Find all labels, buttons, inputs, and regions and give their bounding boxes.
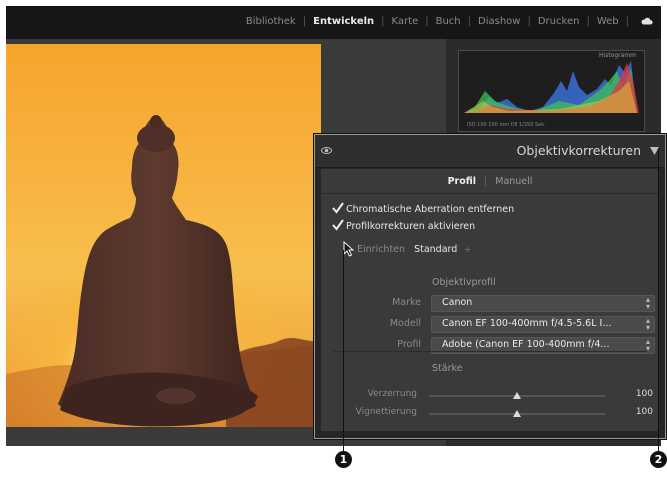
model-value: Canon EF 100-400mm f/4.5-5.6L I... [442, 318, 612, 329]
module-separator: | [527, 16, 531, 27]
histogram: Histogramm ISO 100 100 mm f/8 1/250 Sek. [458, 50, 645, 132]
profile-corrections-row[interactable]: Profilkorrekturen aktivieren [332, 219, 476, 232]
module-bar: Bibliothek | Entwickeln | Karte | Buch |… [6, 6, 661, 39]
panel-header[interactable]: Objektivkorrekturen [315, 135, 665, 168]
make-value: Canon [442, 297, 473, 308]
module-diashow[interactable]: Diashow [477, 16, 521, 27]
checkbox-label: Profilkorrekturen aktivieren [346, 221, 476, 232]
vignetting-slider-thumb[interactable] [513, 410, 521, 417]
select-arrows-icon: ▴ ▾ [645, 337, 650, 353]
setup-select[interactable]: Standard [414, 244, 457, 255]
model-label: Modell [389, 318, 421, 329]
module-separator: | [381, 16, 385, 27]
profile-value: Adobe (Canon EF 100-400mm f/4... [442, 339, 610, 350]
module-separator: | [425, 16, 429, 27]
checkbox-checked-icon[interactable] [332, 202, 344, 214]
model-select[interactable]: Canon EF 100-400mm f/4.5-5.6L I... ▴ ▾ [431, 316, 655, 333]
module-separator: | [586, 16, 590, 27]
module-picker: Bibliothek | Entwickeln | Karte | Buch |… [245, 16, 635, 27]
select-arrows-icon: ▴ ▾ [645, 316, 650, 332]
histogram-info: ISO 100 100 mm f/8 1/250 Sek. [467, 122, 546, 128]
distortion-value[interactable]: 100 [623, 389, 653, 399]
chromatic-aberration-row[interactable]: Chromatische Aberration entfernen [332, 202, 515, 215]
module-web[interactable]: Web [596, 16, 620, 27]
module-bibliothek[interactable]: Bibliothek [245, 16, 297, 27]
tab-manuell[interactable]: Manuell [495, 176, 532, 187]
section-divider [333, 351, 647, 352]
buddha-silhouette [6, 115, 321, 427]
module-karte[interactable]: Karte [391, 16, 420, 27]
panel-body: Profil | Manuell Chromatische Aberration… [321, 169, 659, 431]
make-select[interactable]: Canon ▴ ▾ [431, 295, 655, 312]
setup-row[interactable]: Einrichten Standard ÷ [357, 244, 471, 255]
lens-corrections-panel: Objektivkorrekturen Profil | Manuell Chr… [314, 134, 666, 439]
vignetting-label: Vignettierung [355, 407, 417, 417]
panel-title: Objektivkorrekturen [516, 143, 641, 158]
tab-bar: Profil | Manuell [321, 169, 659, 194]
vignetting-slider-track[interactable] [429, 410, 605, 417]
lens-profile-heading: Objektivprofil [432, 277, 496, 288]
distortion-slider-track[interactable] [429, 392, 605, 399]
mouse-pointer-icon [343, 241, 355, 257]
module-separator: | [302, 16, 307, 27]
callout-1-badge: 1 [335, 451, 352, 468]
callout-2-line [658, 148, 659, 451]
select-arrows-icon[interactable]: ÷ [464, 245, 471, 254]
profile-label: Profil [397, 339, 421, 350]
amount-heading: Stärke [432, 363, 463, 374]
histogram-caption: Histogramm [599, 52, 636, 59]
module-drucken[interactable]: Drucken [537, 16, 581, 27]
tab-profil[interactable]: Profil [448, 176, 476, 187]
setup-label: Einrichten [357, 244, 406, 255]
checkbox-label: Chromatische Aberration entfernen [346, 204, 515, 215]
distortion-slider-thumb[interactable] [513, 392, 521, 399]
module-buch[interactable]: Buch [435, 16, 462, 27]
photo-preview [6, 44, 321, 427]
distortion-label: Verzerrung [367, 389, 417, 399]
checkbox-checked-icon[interactable] [332, 219, 344, 231]
callout-1-line [343, 250, 344, 451]
module-separator: | [467, 16, 472, 27]
tab-separator: | [484, 175, 488, 187]
module-entwickeln[interactable]: Entwickeln [312, 16, 375, 27]
vignetting-value[interactable]: 100 [623, 407, 653, 417]
eye-icon[interactable] [321, 145, 332, 156]
cloud-icon[interactable] [641, 17, 653, 25]
histogram-graph [464, 61, 639, 113]
make-label: Marke [392, 297, 421, 308]
select-arrows-icon: ▴ ▾ [645, 295, 650, 311]
callout-2-badge: 2 [650, 451, 667, 468]
module-separator: | [625, 16, 629, 27]
